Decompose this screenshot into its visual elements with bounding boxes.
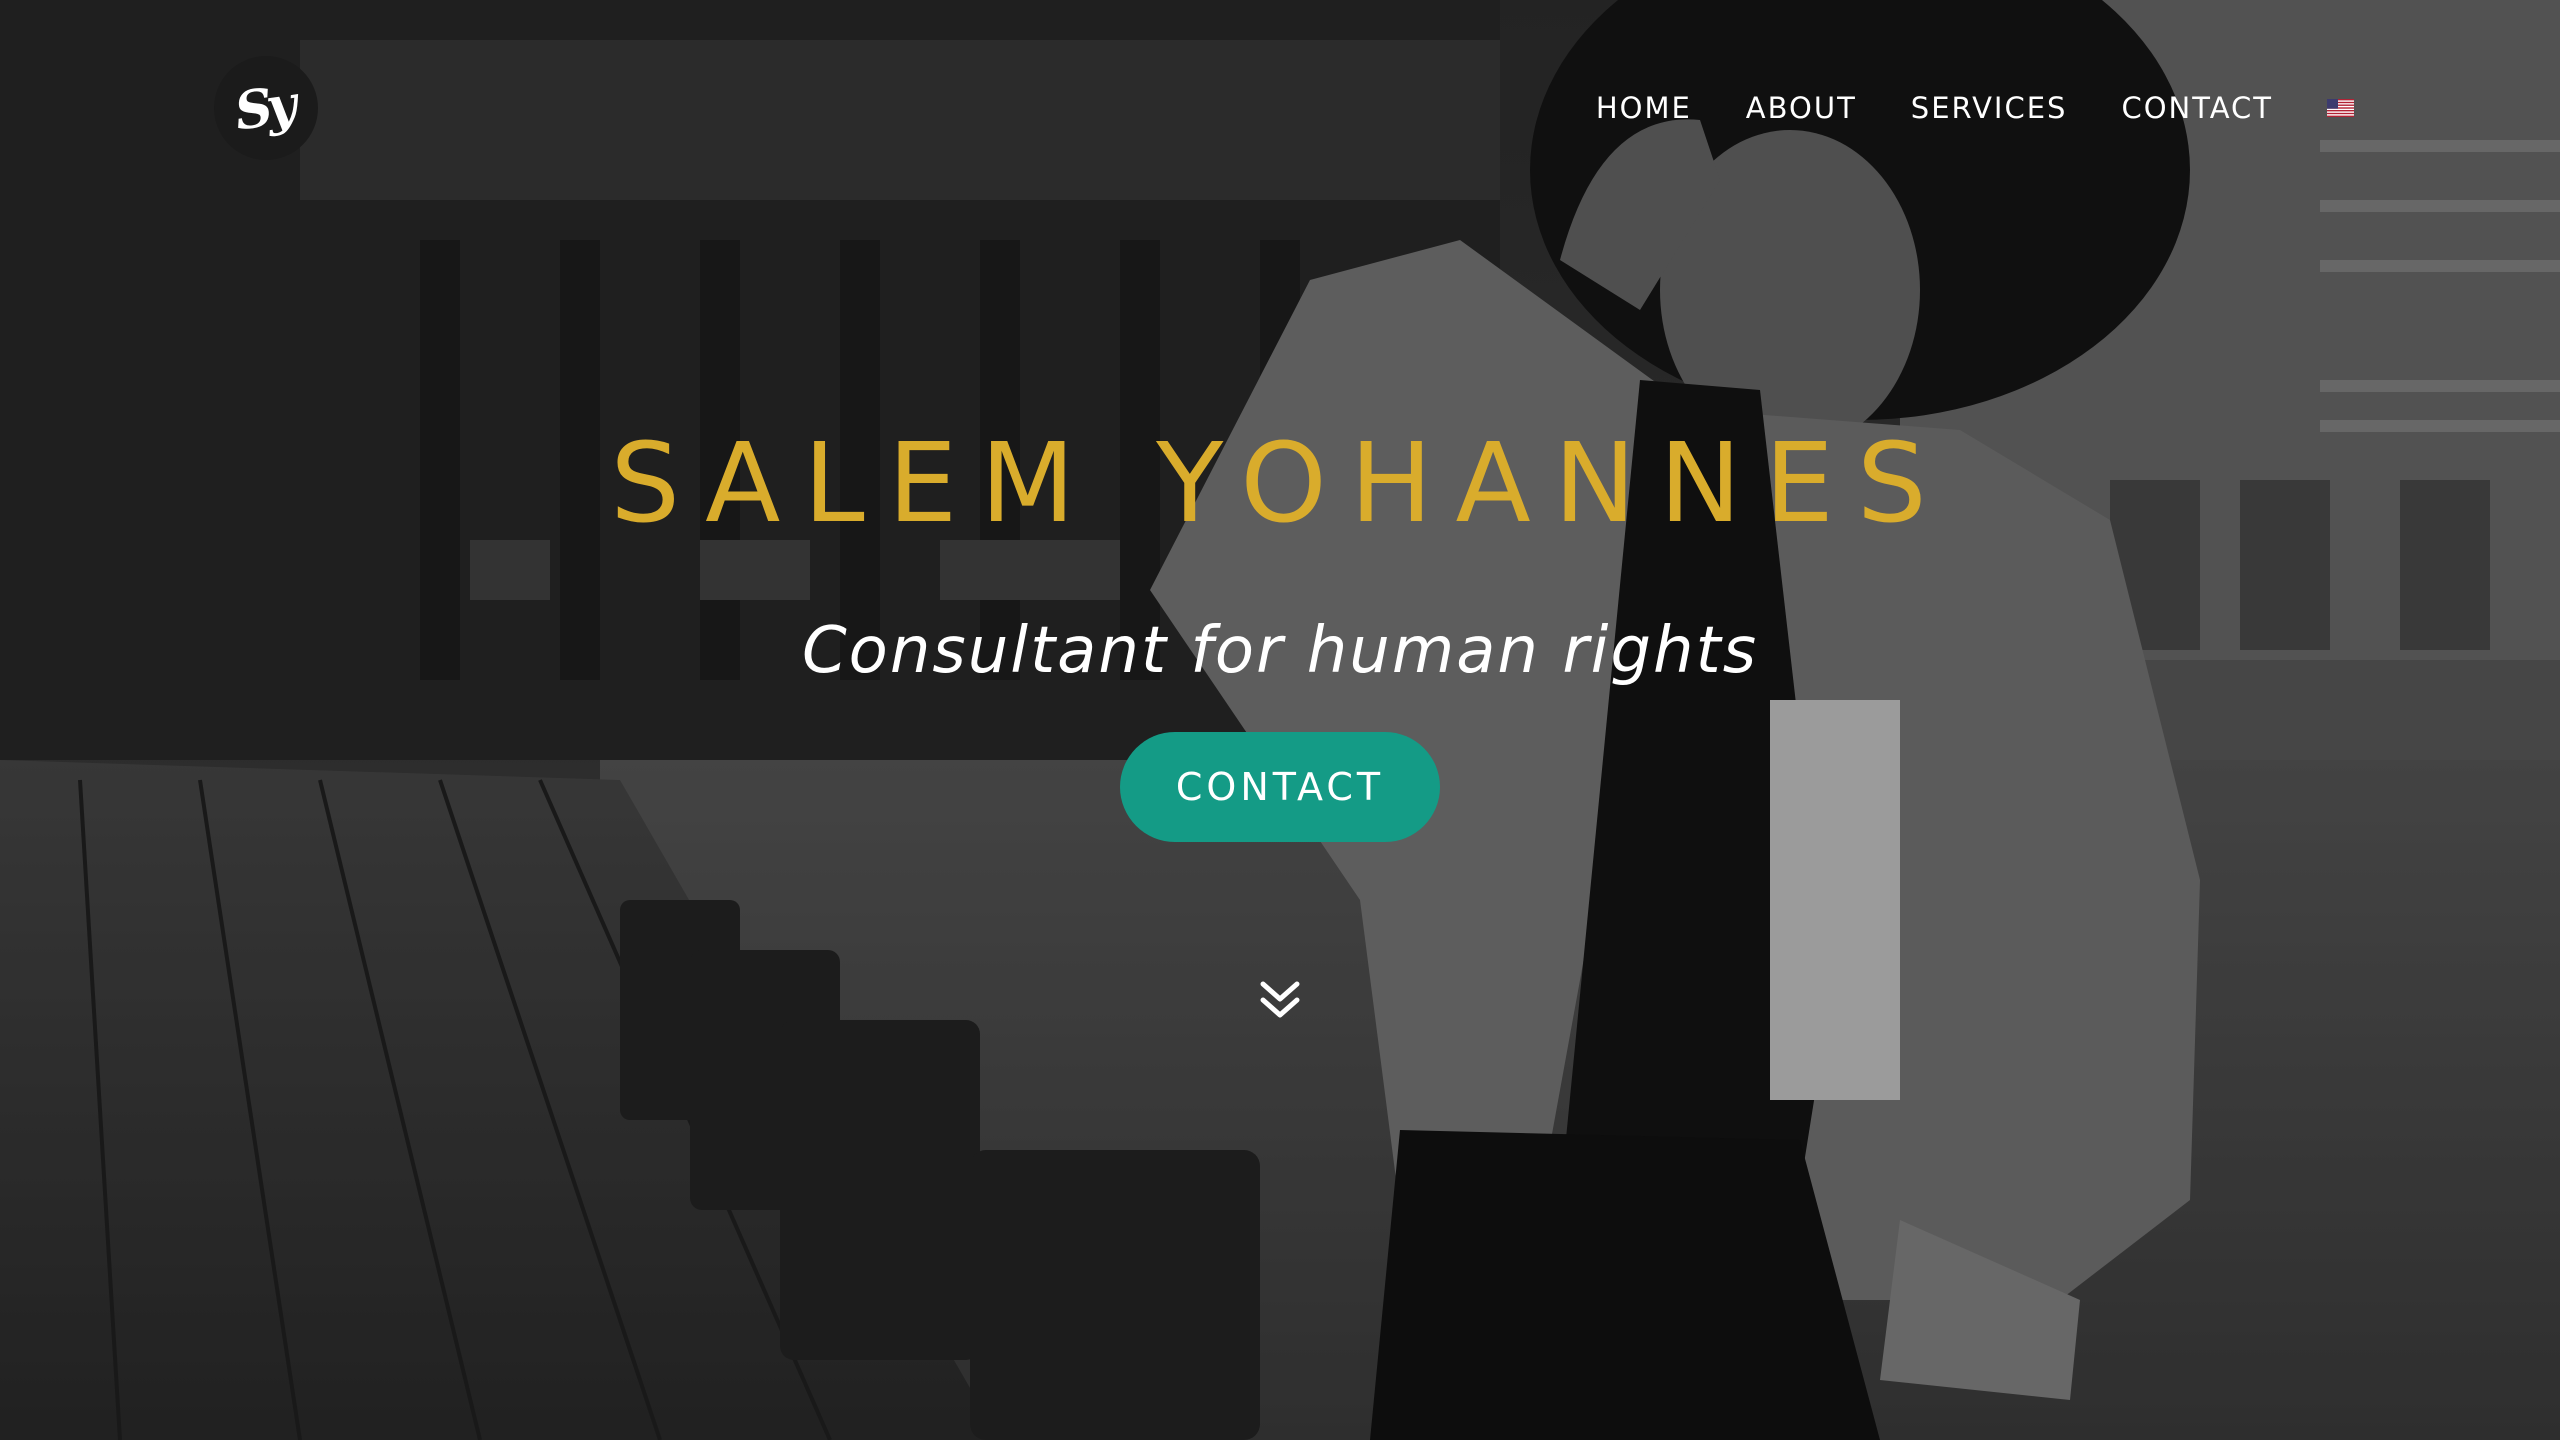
- hero-subtitle: Consultant for human rights: [801, 614, 1759, 688]
- main-navigation: HOME ABOUT SERVICES CONTACT: [1596, 88, 2354, 128]
- signature-monogram-logo: Sy: [231, 73, 295, 143]
- us-flag-icon[interactable]: [2327, 99, 2354, 117]
- site-logo[interactable]: Sy: [214, 56, 318, 160]
- nav-link-contact[interactable]: CONTACT: [2121, 91, 2273, 125]
- nav-link-home[interactable]: HOME: [1596, 91, 1692, 125]
- hero-title: SALEM YOHANNES: [610, 419, 1950, 547]
- contact-button[interactable]: CONTACT: [1120, 732, 1440, 842]
- hero-section: Sy HOME ABOUT SERVICES CONTACT SALEM YOH…: [0, 0, 2560, 1440]
- hero-background-photo: [0, 0, 2560, 1440]
- nav-link-services[interactable]: SERVICES: [1911, 91, 2068, 125]
- nav-link-about[interactable]: ABOUT: [1746, 91, 1857, 125]
- double-chevron-down-icon[interactable]: [1257, 978, 1303, 1024]
